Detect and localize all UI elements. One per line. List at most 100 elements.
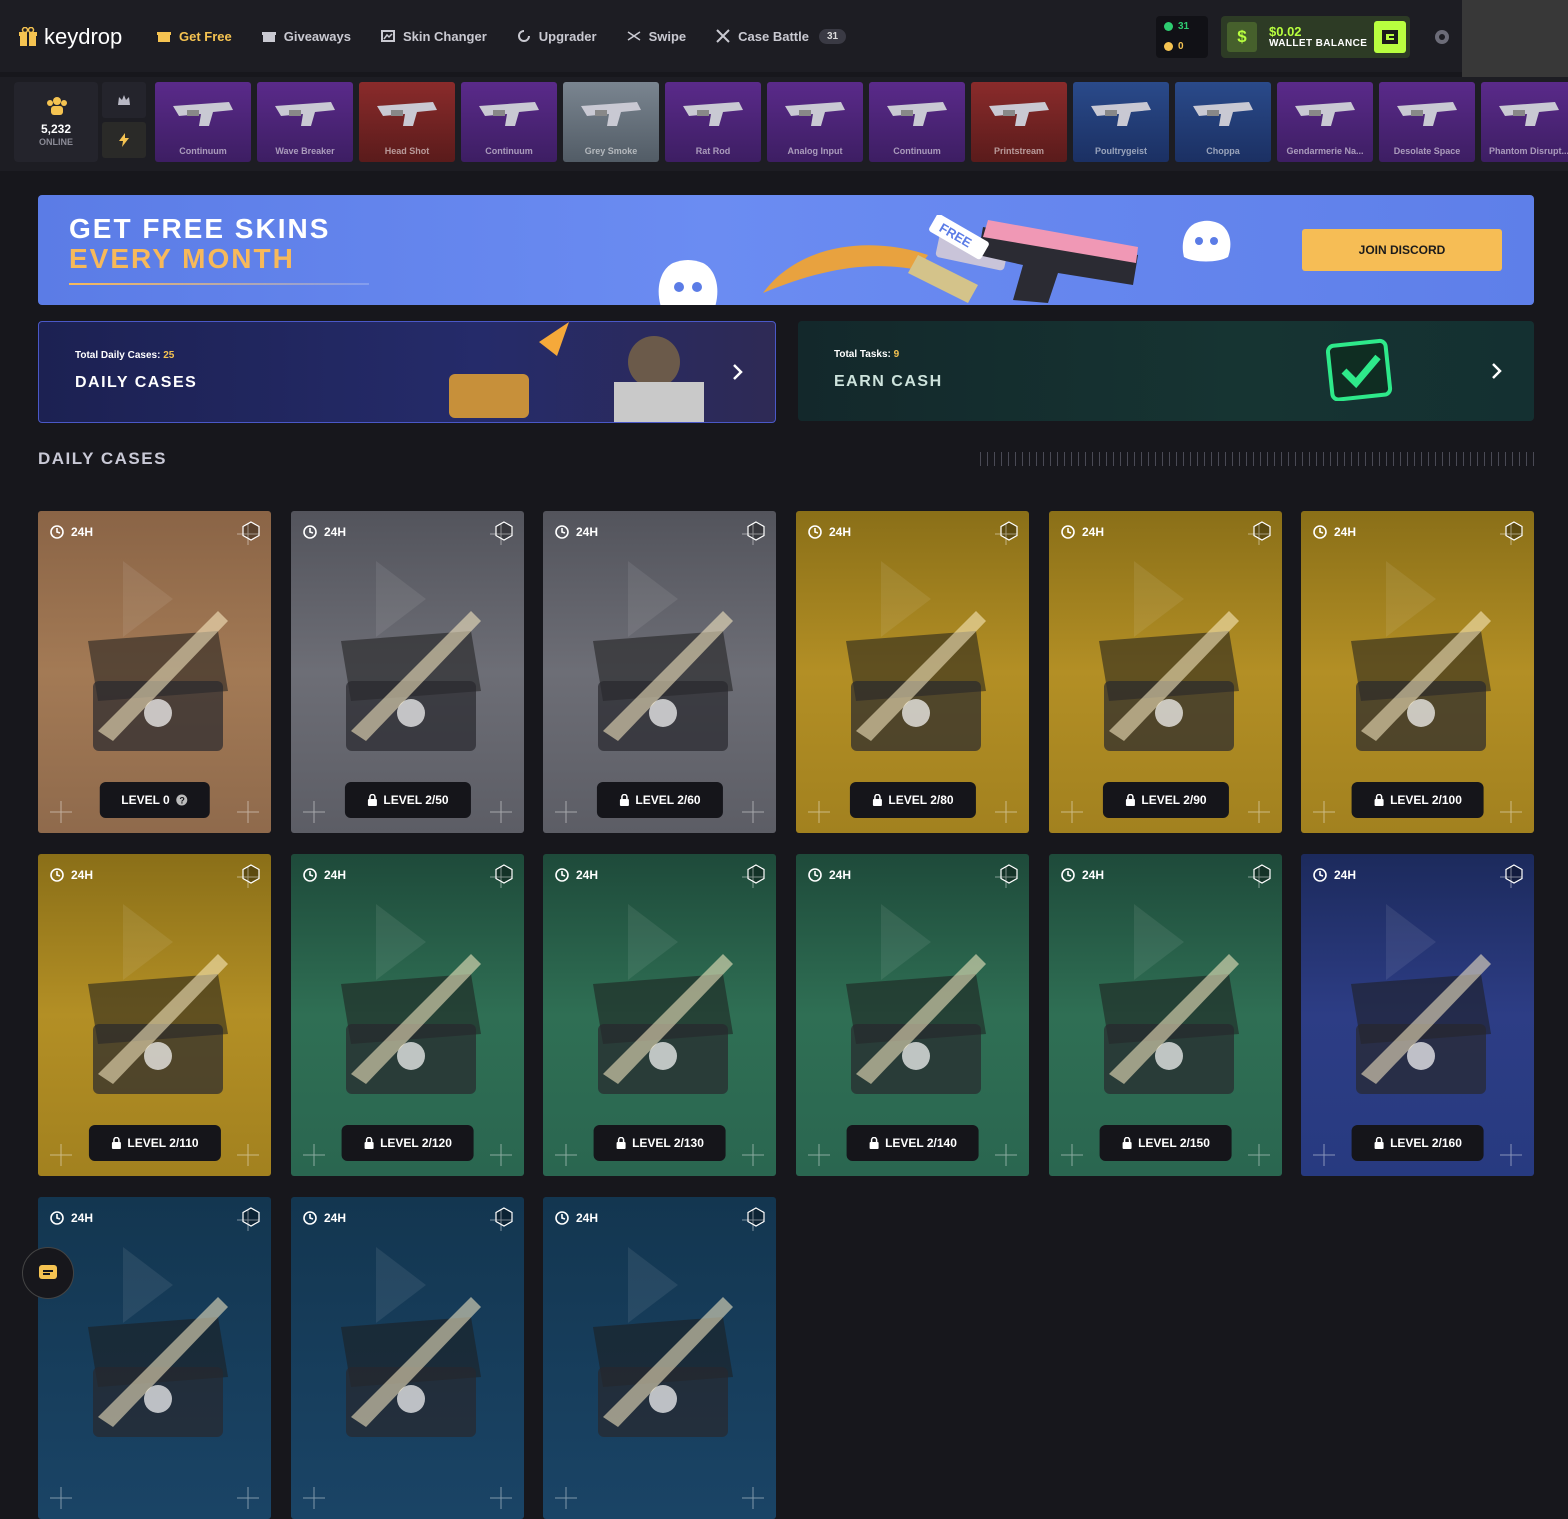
clock-icon (50, 1211, 64, 1225)
online-count: 5,232 (40, 122, 72, 136)
clock-icon (50, 525, 64, 539)
case-level-badge[interactable]: LEVEL 2/120 (341, 1125, 474, 1161)
nav-giveaways[interactable]: Giveaways (261, 0, 351, 72)
sparkle-icon (808, 801, 830, 823)
nav-get-free[interactable]: Get Free (157, 0, 232, 72)
case-card[interactable]: 24H LEVEL 2/130 (543, 854, 776, 1176)
drop-item[interactable]: Continuum (155, 82, 251, 162)
drop-name: Wave Breaker (275, 146, 335, 156)
settings-gear-icon[interactable] (1432, 27, 1452, 47)
live-drops-toggle[interactable] (102, 122, 146, 158)
chat-button[interactable] (22, 1247, 74, 1299)
clock-icon (808, 525, 822, 539)
svg-text:?: ? (179, 796, 185, 806)
drop-item[interactable]: Grey Smoke (563, 82, 659, 162)
case-card[interactable]: 24H LEVEL 2/90 (1049, 511, 1282, 833)
case-card[interactable]: 24H LEVEL 2/150 (1049, 854, 1282, 1176)
case-timer-label: 24H (829, 868, 852, 882)
wallet-balance[interactable]: $ $0.02 WALLET BALANCE (1221, 16, 1410, 58)
join-discord-button[interactable]: JOIN DISCORD (1302, 229, 1502, 271)
case-level-badge[interactable]: LEVEL 2/140 (846, 1125, 979, 1161)
drop-item[interactable]: Printstream (971, 82, 1067, 162)
refresh-icon (517, 30, 530, 42)
lock-icon (619, 794, 629, 806)
case-battle-count-badge: 31 (818, 28, 847, 44)
case-level-label: LEVEL 2/150 (1138, 1136, 1210, 1150)
clock-icon (555, 525, 569, 539)
drop-name: Grey Smoke (584, 146, 638, 156)
discord-banner[interactable]: GET FREE SKINS EVERY MONTH FREE JOIN DIS… (38, 195, 1534, 305)
case-level-badge[interactable]: LEVEL 2/50 (344, 782, 471, 818)
drop-item[interactable]: Continuum (869, 82, 965, 162)
knife-and-pistol-illustration: FREE (763, 215, 1138, 303)
case-card[interactable]: 24H (543, 1197, 776, 1519)
sparkle-icon (303, 1144, 325, 1166)
daily-cases-card[interactable]: Total Daily Cases: 25 DAILY CASES (38, 321, 776, 423)
sparkle-icon (237, 1487, 259, 1509)
drop-item[interactable]: Choppa (1175, 82, 1271, 162)
nav-skin-changer[interactable]: Skin Changer (380, 0, 487, 72)
case-card[interactable]: 24H LEVEL 2/120 (291, 854, 524, 1176)
drop-item[interactable]: Phantom Disrupt... (1481, 82, 1568, 162)
banner-underline (69, 283, 369, 285)
drop-item[interactable]: Wave Breaker (257, 82, 353, 162)
drop-name: Continuum (893, 146, 941, 156)
drop-item[interactable]: Desolate Space (1379, 82, 1475, 162)
drop-item[interactable]: Gendarmerie Na... (1277, 82, 1373, 162)
case-level-badge[interactable]: LEVEL 2/110 (88, 1125, 221, 1161)
earn-cash-card[interactable]: Total Tasks: 9 EARN CASH (798, 321, 1534, 421)
lock-icon (367, 794, 377, 806)
case-card[interactable]: 24H LEVEL 2/60 (543, 511, 776, 833)
case-card[interactable]: 24H LEVEL 2/110 (38, 854, 271, 1176)
case-card[interactable]: 24H LEVEL 2/80 (796, 511, 1029, 833)
case-timer-label: 24H (71, 1211, 94, 1225)
case-chest-image (1351, 954, 1491, 1094)
lock-icon (869, 1137, 879, 1149)
case-level-badge[interactable]: LEVEL 2/130 (593, 1125, 726, 1161)
chat-icon (39, 1265, 57, 1279)
top-drops-toggle[interactable] (102, 82, 146, 118)
case-level-badge[interactable]: LEVEL 2/60 (596, 782, 723, 818)
drop-name: Phantom Disrupt... (1488, 146, 1568, 156)
case-card[interactable]: 24H LEVEL 2/100 (1301, 511, 1534, 833)
case-level-badge[interactable]: LEVEL 2/160 (1351, 1125, 1484, 1161)
case-chest-image (341, 954, 481, 1094)
clock-icon (303, 868, 317, 882)
nav-upgrader[interactable]: Upgrader (517, 0, 597, 72)
case-card[interactable]: 24H (291, 1197, 524, 1519)
sparkle-icon (237, 523, 259, 545)
wallet-label: WALLET BALANCE (1269, 38, 1368, 49)
discord-icon-right (1182, 220, 1231, 262)
nav-swipe[interactable]: Swipe (627, 0, 686, 72)
case-card[interactable]: 24H LEVEL 2/160 (1301, 854, 1534, 1176)
keydrop-logo[interactable]: keydrop (18, 22, 122, 52)
drop-item[interactable]: Head Shot (359, 82, 455, 162)
case-level-badge[interactable]: LEVEL 2/100 (1351, 782, 1484, 818)
drop-name: Choppa (1206, 146, 1240, 156)
nav-giveaways-label: Giveaways (283, 28, 351, 44)
earn-cash-title: EARN CASH (834, 373, 943, 390)
case-card[interactable]: 24H (38, 1197, 271, 1519)
drop-item[interactable]: Rat Rod (665, 82, 761, 162)
case-card[interactable]: 24H LEVEL 2/140 (796, 854, 1029, 1176)
case-level-badge[interactable]: LEVEL 0? (99, 782, 210, 818)
weapon-icon (1193, 102, 1253, 126)
deposit-button[interactable] (1374, 21, 1406, 53)
case-level-badge[interactable]: LEVEL 2/80 (849, 782, 976, 818)
drop-item[interactable]: Analog Input (767, 82, 863, 162)
case-level-badge[interactable]: LEVEL 2/90 (1102, 782, 1229, 818)
case-level-badge[interactable]: LEVEL 2/150 (1099, 1125, 1232, 1161)
gold-count: 31 (1178, 20, 1190, 32)
drop-item[interactable]: Poultrygeist (1073, 82, 1169, 162)
weapon-icon (377, 102, 437, 126)
points-panel[interactable]: 31 0 (1156, 16, 1208, 58)
sparkle-icon (742, 1209, 764, 1231)
case-level-label: LEVEL 2/60 (635, 793, 701, 807)
help-icon[interactable]: ? (176, 794, 188, 806)
nav-case-battle[interactable]: Case Battle 31 (716, 0, 847, 72)
case-card[interactable]: 24H LEVEL 0? (38, 511, 271, 833)
drop-name: Printstream (993, 146, 1045, 156)
case-card[interactable]: 24H LEVEL 2/50 (291, 511, 524, 833)
drop-item[interactable]: Continuum (461, 82, 557, 162)
sparkle-icon (742, 1487, 764, 1509)
